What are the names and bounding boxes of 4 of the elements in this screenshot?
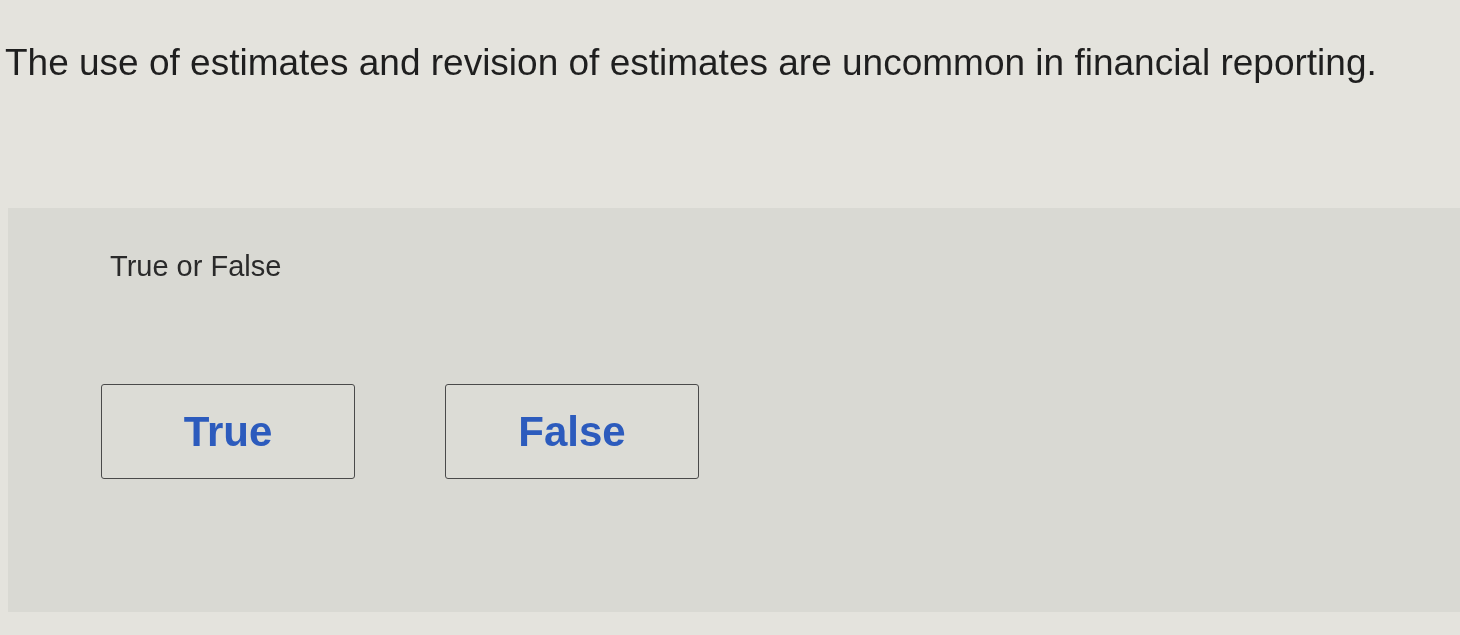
answer-option-button[interactable]: True bbox=[101, 384, 355, 479]
prompt-text: True or False bbox=[110, 249, 282, 284]
question-text: The use of estimates and revision of estimates are uncommon in financial reporting. bbox=[5, 41, 1377, 85]
answer-option-button[interactable]: False bbox=[445, 384, 699, 479]
